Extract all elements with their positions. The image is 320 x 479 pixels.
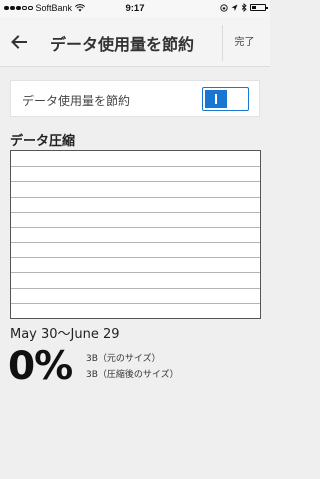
toggle-on-indicator xyxy=(205,90,227,108)
bluetooth-icon xyxy=(241,3,247,12)
compression-section-title: データ圧縮 xyxy=(10,134,76,149)
savings-percent: 0% xyxy=(8,344,73,389)
data-saver-label: データ使用量を節約 xyxy=(22,94,131,108)
status-right xyxy=(220,3,268,12)
done-button[interactable]: 完了 xyxy=(222,25,266,61)
compression-chart-svg xyxy=(11,166,260,304)
battery-icon xyxy=(250,4,268,11)
date-range: May 30〜June 29 xyxy=(10,327,120,342)
location-icon xyxy=(231,4,238,11)
data-saver-toggle[interactable] xyxy=(202,87,249,111)
page-title: データ使用量を節約 xyxy=(50,35,195,54)
compressed-size: 3B（圧縮後のサイズ） xyxy=(86,370,179,380)
compression-chart xyxy=(10,150,261,319)
back-arrow-icon[interactable] xyxy=(10,33,28,51)
navigation-header: データ使用量を節約 完了 xyxy=(0,17,270,67)
status-bar: SoftBank 9:17 xyxy=(0,0,270,17)
original-size: 3B（元のサイズ） xyxy=(86,354,161,364)
data-saver-setting: データ使用量を節約 xyxy=(10,80,260,117)
orientation-lock-icon xyxy=(220,3,228,12)
